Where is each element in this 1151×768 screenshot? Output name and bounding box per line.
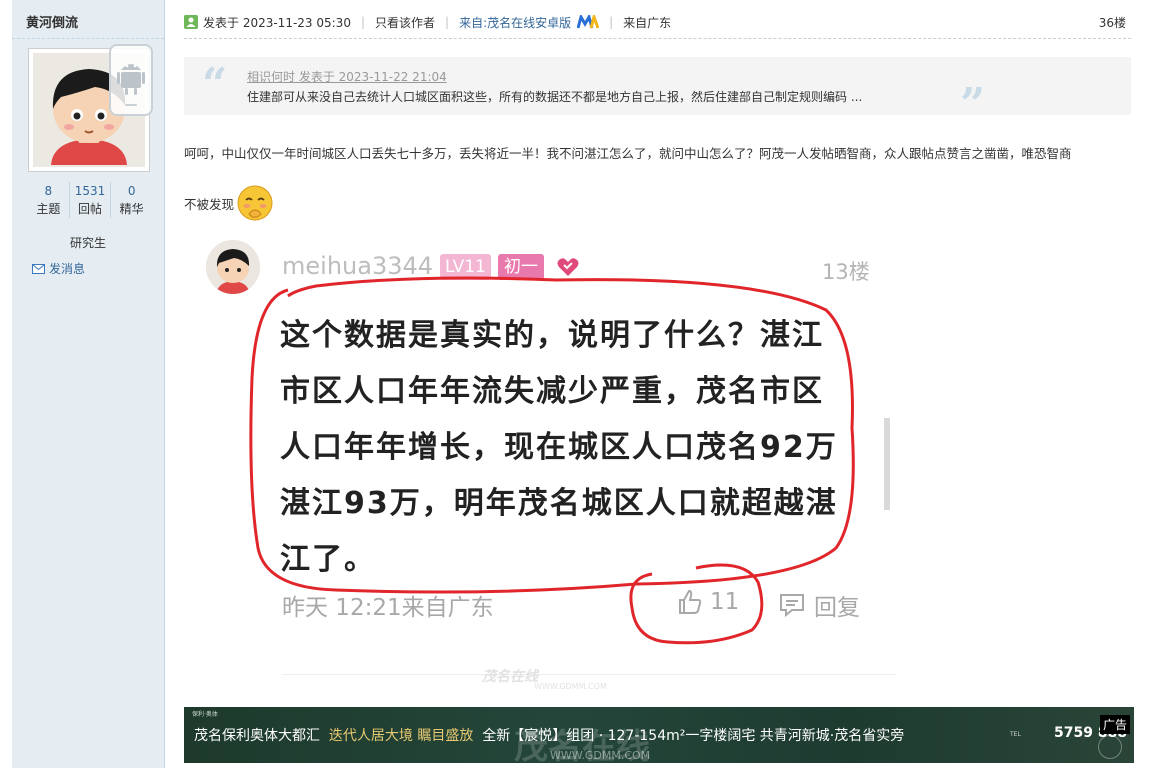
embed-reply: 回复	[778, 588, 860, 622]
android-icon	[109, 44, 153, 116]
stat-number: 1531	[74, 184, 106, 198]
shy-face-emoji-icon	[237, 185, 273, 221]
stat-number: 0	[127, 184, 136, 198]
embed-grade-badge: 初一	[498, 254, 544, 280]
post-body-line: 呵呵，中山仅仅一年时间城区人口丢失七十多万，丢失将近一半！我不问湛江怎么了，就问…	[184, 146, 1072, 161]
embed-time: 昨天 12:21来自广东	[282, 595, 494, 621]
send-message-link[interactable]: 发消息	[32, 260, 85, 277]
reply-label: 回复	[814, 595, 860, 621]
stat-number: 8	[44, 184, 53, 198]
like-count: 11	[710, 589, 740, 615]
separator: |	[445, 15, 450, 29]
separator: |	[360, 15, 365, 29]
app-logo-icon	[577, 15, 600, 29]
send-message-label: 发消息	[49, 262, 86, 276]
post-body-continuation: 不被发现	[184, 184, 274, 222]
embed-avatar	[206, 240, 260, 294]
online-status-icon	[184, 15, 198, 29]
stat-label: 精华	[119, 202, 144, 216]
ad-banner[interactable]: 保利·奥体 茂名保利奥体大都汇 迭代人居大境 瞩目盛放 全新【宸悦】组团 · 1…	[184, 707, 1134, 763]
ad-text-title: 茂名保利奥体大都汇	[194, 728, 320, 744]
embed-watermark-url: WWW.GDMM.COM	[534, 682, 607, 691]
embed-watermark: 茂名在线	[482, 669, 538, 685]
ad-phone-prefix: TEL	[1010, 731, 1021, 738]
post-header: 发表于 2023-11-23 05:30 | 只看该作者 | 来自:茂名在线安卓…	[184, 12, 1126, 32]
post-time: 发表于 2023-11-23 05:30	[203, 15, 351, 30]
divider	[12, 38, 164, 39]
post-source-link[interactable]: 来自:茂名在线安卓版	[459, 14, 571, 31]
post-body-text: 不被发现	[184, 196, 235, 212]
quote-close-icon: ”	[960, 79, 986, 130]
ad-text-slogan: 迭代人居大境 瞩目盛放	[328, 728, 474, 744]
quote-meta-link[interactable]: 相识何时 发表于 2023-11-22 21:04	[247, 68, 447, 85]
author-name[interactable]: 黄河倒流	[26, 12, 78, 31]
quote-open-icon: “	[202, 59, 228, 110]
author-sidebar: 黄河倒流 8 主题 1531 回帖 0 精华 研究生 发消息	[12, 0, 165, 768]
ad-brand-small: 保利·奥体	[192, 711, 218, 718]
stat-label: 回帖	[78, 202, 103, 216]
embed-comment: 这个数据是真实的，说明了什么？湛江市区人口年年流失减少严重，茂名市区人口年年增长…	[280, 318, 838, 577]
ad-logo-icon	[1098, 735, 1122, 759]
ad-watermark-url: WWW.GDMM.COM	[550, 749, 651, 762]
stat-threads[interactable]: 8 主题	[28, 182, 70, 218]
ad-label: 广告	[1099, 715, 1130, 734]
post-location: 来自广东	[623, 15, 672, 30]
stat-digest[interactable]: 0 精华	[111, 182, 152, 218]
thumbs-up-icon	[679, 589, 702, 614]
floor-number[interactable]: 36楼	[1099, 14, 1126, 31]
quote-block: “ 相识何时 发表于 2023-11-22 21:04 住建部可从来没自己去统计…	[184, 57, 1131, 127]
heart-icon	[557, 258, 579, 276]
embedded-screenshot: meihua3344 LV11 初一 13楼 这个数据是真实的，说明了什么？湛江…	[196, 228, 896, 698]
only-author-link[interactable]: 只看该作者	[375, 14, 435, 31]
scrollbar	[884, 418, 890, 510]
envelope-icon	[32, 263, 45, 274]
separator: |	[609, 15, 614, 29]
quote-text: 住建部可从来没自己去统计人口城区面积这些，所有的数据还不都是地方自己上报，然后住…	[247, 90, 863, 104]
author-stats: 8 主题 1531 回帖 0 精华	[28, 182, 152, 218]
user-rank: 研究生	[69, 236, 106, 250]
embed-username: meihua3344	[282, 252, 434, 280]
embed-like: 11	[676, 588, 739, 616]
embed-floor: 13楼	[822, 260, 870, 284]
divider	[184, 38, 1131, 39]
comment-bubble-icon	[780, 594, 804, 618]
stat-label: 主题	[36, 202, 61, 216]
stat-replies[interactable]: 1531 回帖	[70, 182, 112, 218]
forum-post-page: 黄河倒流 8 主题 1531 回帖 0 精华 研究生 发消息 发表于 2023-…	[0, 0, 1151, 768]
embed-level-badge: LV11	[440, 254, 491, 280]
divider	[282, 674, 896, 675]
